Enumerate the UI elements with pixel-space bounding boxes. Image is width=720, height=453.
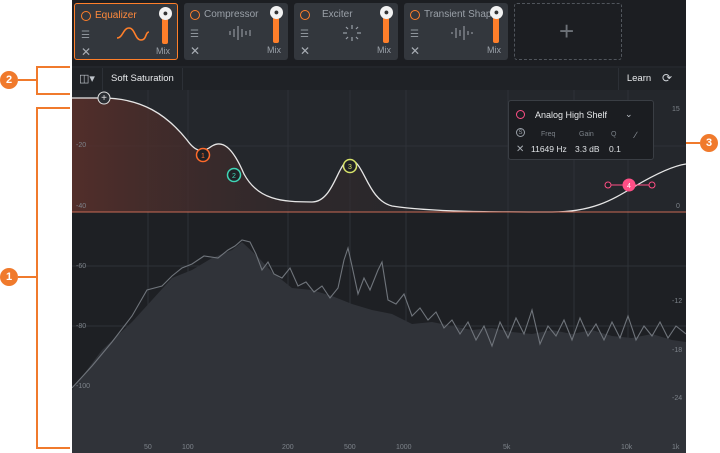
spectrum-db-label: -100 [76, 383, 91, 390]
transient-icon [451, 26, 473, 40]
module-exciter[interactable]: Exciter ☰ ✕ ● Mix [294, 3, 398, 60]
close-icon[interactable]: ✕ [300, 44, 310, 58]
mix-knob-icon[interactable]: ● [270, 6, 283, 19]
module-equalizer[interactable]: Equalizer ☰ ✕ ● Mix [74, 3, 178, 60]
module-compressor[interactable]: Compressor ☰ ✕ ● Mix [184, 3, 288, 60]
freq-value[interactable]: 11649 Hz [531, 144, 567, 154]
freq-label: 1k [672, 444, 680, 451]
band-1-handle[interactable]: 1 [195, 147, 211, 163]
filter-type-select[interactable]: Analog High Shelf [535, 110, 607, 120]
close-icon[interactable]: ✕ [81, 45, 91, 59]
callout-3-connector [686, 142, 700, 144]
spectrum-db-label: -80 [76, 323, 87, 330]
eq-curve-icon [116, 27, 150, 41]
power-icon[interactable] [81, 11, 91, 21]
callout-2: 2 [0, 71, 18, 89]
learn-button[interactable]: Learn [618, 68, 659, 90]
mix-knob-icon[interactable]: ● [380, 6, 393, 19]
list-icon[interactable]: ☰ [410, 29, 419, 40]
q-header: Q [611, 131, 617, 138]
callout-2-bracket [36, 66, 38, 95]
chevron-down-icon[interactable]: ⌄ [625, 109, 633, 120]
callout-1-bracket [36, 107, 38, 449]
eq-db-label: -40 [76, 203, 87, 210]
plus-icon: + [559, 16, 575, 46]
band-2-handle[interactable]: 2 [226, 167, 242, 183]
list-icon[interactable]: ☰ [300, 29, 309, 40]
toolbar: ◫▾ Soft Saturation Learn ⟳ [72, 68, 686, 91]
callout-1: 1 [0, 268, 18, 286]
module-title: Compressor [204, 9, 259, 20]
close-icon[interactable]: ✕ [410, 44, 420, 58]
svg-text:+: + [101, 93, 107, 104]
module-title: Equalizer [95, 10, 137, 21]
right-scale-label: -24 [672, 395, 683, 402]
freq-label: 200 [282, 444, 294, 451]
reset-icon[interactable]: ⟳ [662, 71, 672, 85]
power-icon[interactable] [190, 10, 200, 20]
module-title: Exciter [322, 9, 353, 20]
freq-label: 1000 [396, 444, 412, 451]
callout-2-connector [18, 79, 36, 81]
band-4-label: 4 [627, 183, 631, 190]
mix-label: Mix [487, 45, 501, 55]
right-scale-label: 15 [672, 106, 680, 113]
preset-menu-icon[interactable]: ◫▾ [79, 72, 95, 85]
mix-label: Mix [156, 46, 170, 56]
mix-label: Mix [377, 45, 391, 55]
freq-label: 5k [503, 444, 511, 451]
plugin-window: Equalizer ☰ ✕ ● Mix Compressor ☰ ✕ ● Mix… [72, 0, 686, 453]
gain-slider-icon[interactable]: ∕ [635, 130, 637, 140]
power-icon[interactable] [410, 10, 420, 20]
freq-label: 10k [621, 444, 633, 451]
mix-label: Mix [267, 45, 281, 55]
band-2-label: 2 [232, 173, 236, 180]
close-icon[interactable]: ✕ [190, 44, 200, 58]
spectrum-db-label: -60 [76, 263, 87, 270]
waveform-icon [229, 26, 251, 40]
right-scale-label: 0 [676, 203, 680, 210]
gain-value[interactable]: 3.3 dB [575, 144, 600, 154]
list-icon[interactable]: ☰ [81, 30, 90, 41]
freq-label: 100 [182, 444, 194, 451]
q-value[interactable]: 0.1 [609, 144, 621, 154]
module-strip: Equalizer ☰ ✕ ● Mix Compressor ☰ ✕ ● Mix… [72, 0, 686, 66]
module-title: Transient Shaper [424, 9, 501, 20]
list-icon[interactable]: ☰ [190, 29, 199, 40]
mix-knob-icon[interactable]: ● [159, 7, 172, 20]
band-power-icon[interactable] [516, 110, 525, 119]
power-icon[interactable] [300, 10, 310, 20]
mix-knob-icon[interactable]: ● [490, 6, 503, 19]
preset-name[interactable]: Soft Saturation [102, 68, 183, 90]
solo-icon[interactable]: S [516, 128, 525, 137]
callout-3: 3 [700, 134, 718, 152]
module-transient-shaper[interactable]: Transient Shaper ☰ ✕ ● Mix [404, 3, 508, 60]
add-module-slot[interactable]: + [514, 3, 622, 60]
band-1-label: 1 [201, 153, 205, 160]
close-icon[interactable]: ✕ [516, 144, 524, 155]
band-3-label: 3 [348, 164, 352, 171]
gain-header: Gain [579, 131, 594, 138]
callout-1-connector [18, 276, 36, 278]
band-popup: Analog High Shelf ⌄ S ✕ Freq Gain Q 1164… [508, 100, 654, 160]
freq-header: Freq [541, 131, 556, 138]
right-scale-label: -18 [672, 347, 683, 354]
freq-label: 50 [144, 444, 152, 451]
eq-db-label: -20 [76, 142, 87, 149]
band-3-handle[interactable]: 3 [342, 158, 358, 174]
exciter-icon [343, 25, 361, 41]
freq-label: 500 [344, 444, 356, 451]
right-scale-label: -12 [672, 298, 683, 305]
